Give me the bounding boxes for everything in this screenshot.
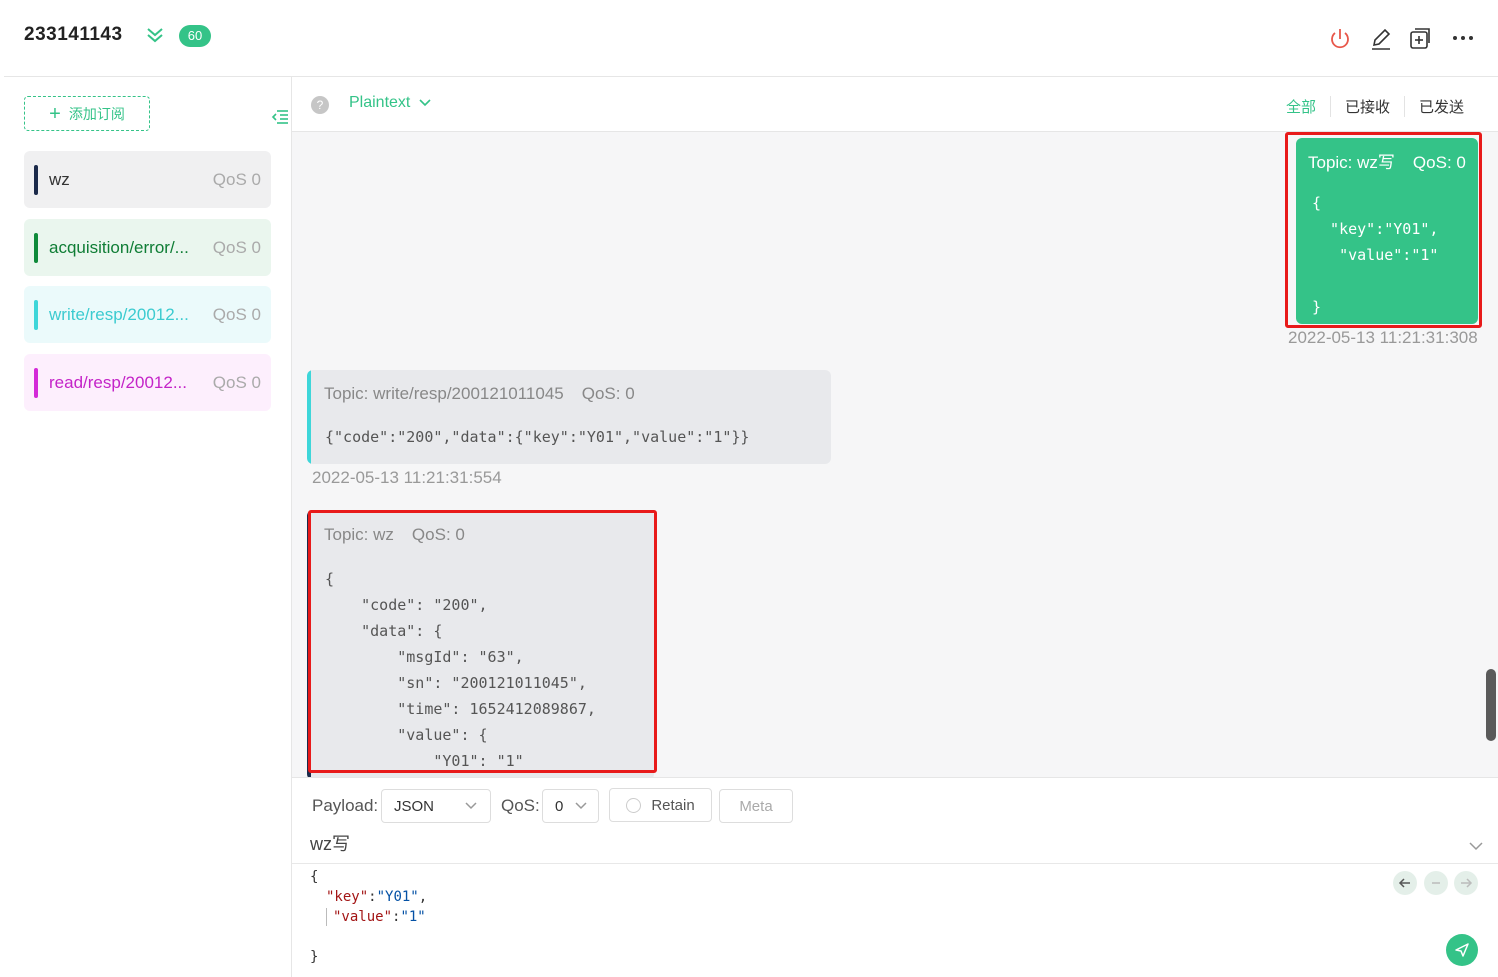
message-payload: { "key":"Y01", "value":"1" } bbox=[1312, 194, 1439, 316]
add-subscription-button[interactable]: + 添加订阅 bbox=[24, 96, 150, 131]
subscription-topic: read/resp/20012... bbox=[49, 372, 187, 392]
arrow-right-icon bbox=[1461, 878, 1473, 888]
message-qos: QoS: 0 bbox=[411, 525, 465, 544]
subscription-topic: acquisition/error/... bbox=[49, 237, 189, 257]
history-prev-button[interactable] bbox=[1393, 871, 1417, 895]
topic-input[interactable]: wz写 bbox=[310, 830, 350, 856]
retain-radio[interactable] bbox=[626, 797, 642, 813]
subscription-qos: QoS 0 bbox=[212, 237, 261, 257]
message-qos: QoS: 0 bbox=[581, 384, 635, 403]
qos-label: QoS: bbox=[501, 796, 540, 815]
tab-received[interactable]: 已接收 bbox=[1329, 96, 1404, 117]
subscription-color-bar bbox=[34, 367, 38, 398]
editor-line: "value":"1" bbox=[310, 907, 427, 927]
power-icon[interactable] bbox=[1327, 26, 1353, 52]
retain-toggle[interactable]: Retain bbox=[609, 788, 712, 822]
chevron-down-icon[interactable] bbox=[1468, 838, 1484, 854]
tab-all[interactable]: 全部 bbox=[1272, 96, 1330, 117]
new-window-icon[interactable] bbox=[1407, 26, 1433, 52]
editor-brace: } bbox=[310, 949, 319, 965]
editor-value: "Y01" bbox=[376, 889, 419, 905]
received-message-bubble: Topic: wz QoS: 0 { "code": "200", "data":… bbox=[307, 510, 654, 777]
payload-label: Payload: bbox=[312, 796, 379, 815]
divider bbox=[292, 863, 1498, 864]
more-options-icon[interactable] bbox=[1450, 26, 1476, 52]
topic-color-stripe bbox=[307, 510, 311, 777]
add-subscription-label: 添加订阅 bbox=[68, 105, 125, 122]
meta-label: Meta bbox=[739, 797, 773, 815]
subscription-color-bar bbox=[34, 164, 38, 195]
chevron-down-icon bbox=[465, 802, 477, 810]
message-meta: Topic: wz QoS: 0 bbox=[324, 525, 465, 545]
editor-key: "key" bbox=[326, 889, 369, 905]
message-toolbar: ? Plaintext 全部 已接收 已发送 bbox=[292, 77, 1498, 132]
editor-line: "key":"Y01", bbox=[326, 889, 428, 905]
subscription-qos: QoS 0 bbox=[212, 169, 261, 189]
message-topic: Topic: wz写 bbox=[1308, 153, 1395, 172]
chevron-down-icon bbox=[419, 99, 431, 107]
payload-format-selected: JSON bbox=[394, 797, 435, 815]
connection-name: 233141143 bbox=[24, 24, 123, 45]
message-meta: Topic: write/resp/200121011045 QoS: 0 bbox=[324, 384, 635, 404]
send-icon bbox=[1455, 943, 1469, 957]
editor-key: "value" bbox=[333, 909, 393, 925]
payload-format-select[interactable]: Plaintext bbox=[349, 94, 432, 112]
message-list[interactable]: Topic: wz写 QoS: 0 { "key":"Y01", "value":… bbox=[292, 132, 1498, 777]
qos-selected: 0 bbox=[555, 797, 564, 815]
plus-icon: + bbox=[49, 102, 61, 125]
received-message-bubble: Topic: write/resp/200121011045 QoS: 0 {"c… bbox=[307, 370, 831, 464]
edit-icon[interactable] bbox=[1368, 26, 1394, 52]
help-icon[interactable]: ? bbox=[311, 96, 329, 114]
indent-guide bbox=[326, 908, 327, 926]
subscription-item-write-resp[interactable]: write/resp/20012... QoS 0 bbox=[24, 286, 271, 343]
subscription-topic: write/resp/20012... bbox=[49, 304, 189, 324]
subscription-topic: wz bbox=[49, 169, 70, 189]
subscriptions-panel: + 添加订阅 wz QoS 0 acquisition/error/... Qo… bbox=[4, 77, 292, 977]
qos-dropdown[interactable]: 0 bbox=[542, 789, 599, 823]
subscription-color-bar bbox=[34, 232, 38, 263]
message-qos: QoS: 0 bbox=[1412, 153, 1466, 172]
message-timestamp: 2022-05-13 11:21:31:554 bbox=[312, 468, 502, 487]
minus-icon bbox=[1432, 882, 1440, 884]
subscription-color-bar bbox=[34, 299, 38, 330]
payload-format-value: Plaintext bbox=[349, 94, 411, 111]
arrow-left-icon bbox=[1398, 878, 1410, 888]
message-topic: Topic: write/resp/200121011045 bbox=[324, 384, 564, 403]
message-payload: { "code": "200", "data": { "msgId": "63"… bbox=[325, 570, 596, 770]
subscription-qos: QoS 0 bbox=[212, 372, 261, 392]
message-composer: Payload: JSON QoS: 0 Retain Meta wz写 { "… bbox=[292, 777, 1498, 977]
payload-editor[interactable]: { "key":"Y01", "value":"1" } bbox=[310, 867, 427, 967]
chevron-down-icon bbox=[575, 802, 587, 810]
subscription-item-acquisition-error[interactable]: acquisition/error/... QoS 0 bbox=[24, 219, 271, 276]
editor-line: { bbox=[310, 867, 427, 887]
payload-format-dropdown[interactable]: JSON bbox=[381, 789, 491, 823]
message-count-badge: 60 bbox=[179, 25, 211, 47]
message-timestamp: 2022-05-13 11:21:31:308 bbox=[1288, 328, 1478, 347]
collapse-panel-icon[interactable] bbox=[270, 107, 290, 127]
retain-label: Retain bbox=[651, 796, 695, 814]
message-topic: Topic: wz bbox=[324, 525, 394, 544]
scrollbar-thumb[interactable] bbox=[1486, 669, 1496, 741]
history-next-button[interactable] bbox=[1454, 871, 1478, 895]
editor-value: "1" bbox=[400, 909, 426, 925]
editor-brace: { bbox=[310, 869, 319, 885]
topic-color-stripe bbox=[307, 370, 311, 464]
collapse-double-chevron-icon[interactable] bbox=[144, 24, 166, 46]
subscription-qos: QoS 0 bbox=[212, 304, 261, 324]
connection-header: 233141143 60 bbox=[4, 0, 1498, 77]
message-filter-tabs: 全部 已接收 已发送 bbox=[1272, 96, 1478, 117]
sent-message-bubble: Topic: wz写 QoS: 0 { "key":"Y01", "value":… bbox=[1296, 138, 1478, 324]
subscription-item-wz[interactable]: wz QoS 0 bbox=[24, 151, 271, 208]
message-meta: Topic: wz写 QoS: 0 bbox=[1308, 148, 1466, 173]
meta-button[interactable]: Meta bbox=[719, 789, 793, 823]
send-button[interactable] bbox=[1446, 934, 1478, 966]
subscription-item-read-resp[interactable]: read/resp/20012... QoS 0 bbox=[24, 354, 271, 411]
editor-line: } bbox=[310, 947, 427, 967]
history-clear-button[interactable] bbox=[1424, 871, 1448, 895]
message-payload: {"code":"200","data":{"key":"Y01","value… bbox=[325, 428, 750, 446]
tab-sent[interactable]: 已发送 bbox=[1403, 96, 1478, 117]
